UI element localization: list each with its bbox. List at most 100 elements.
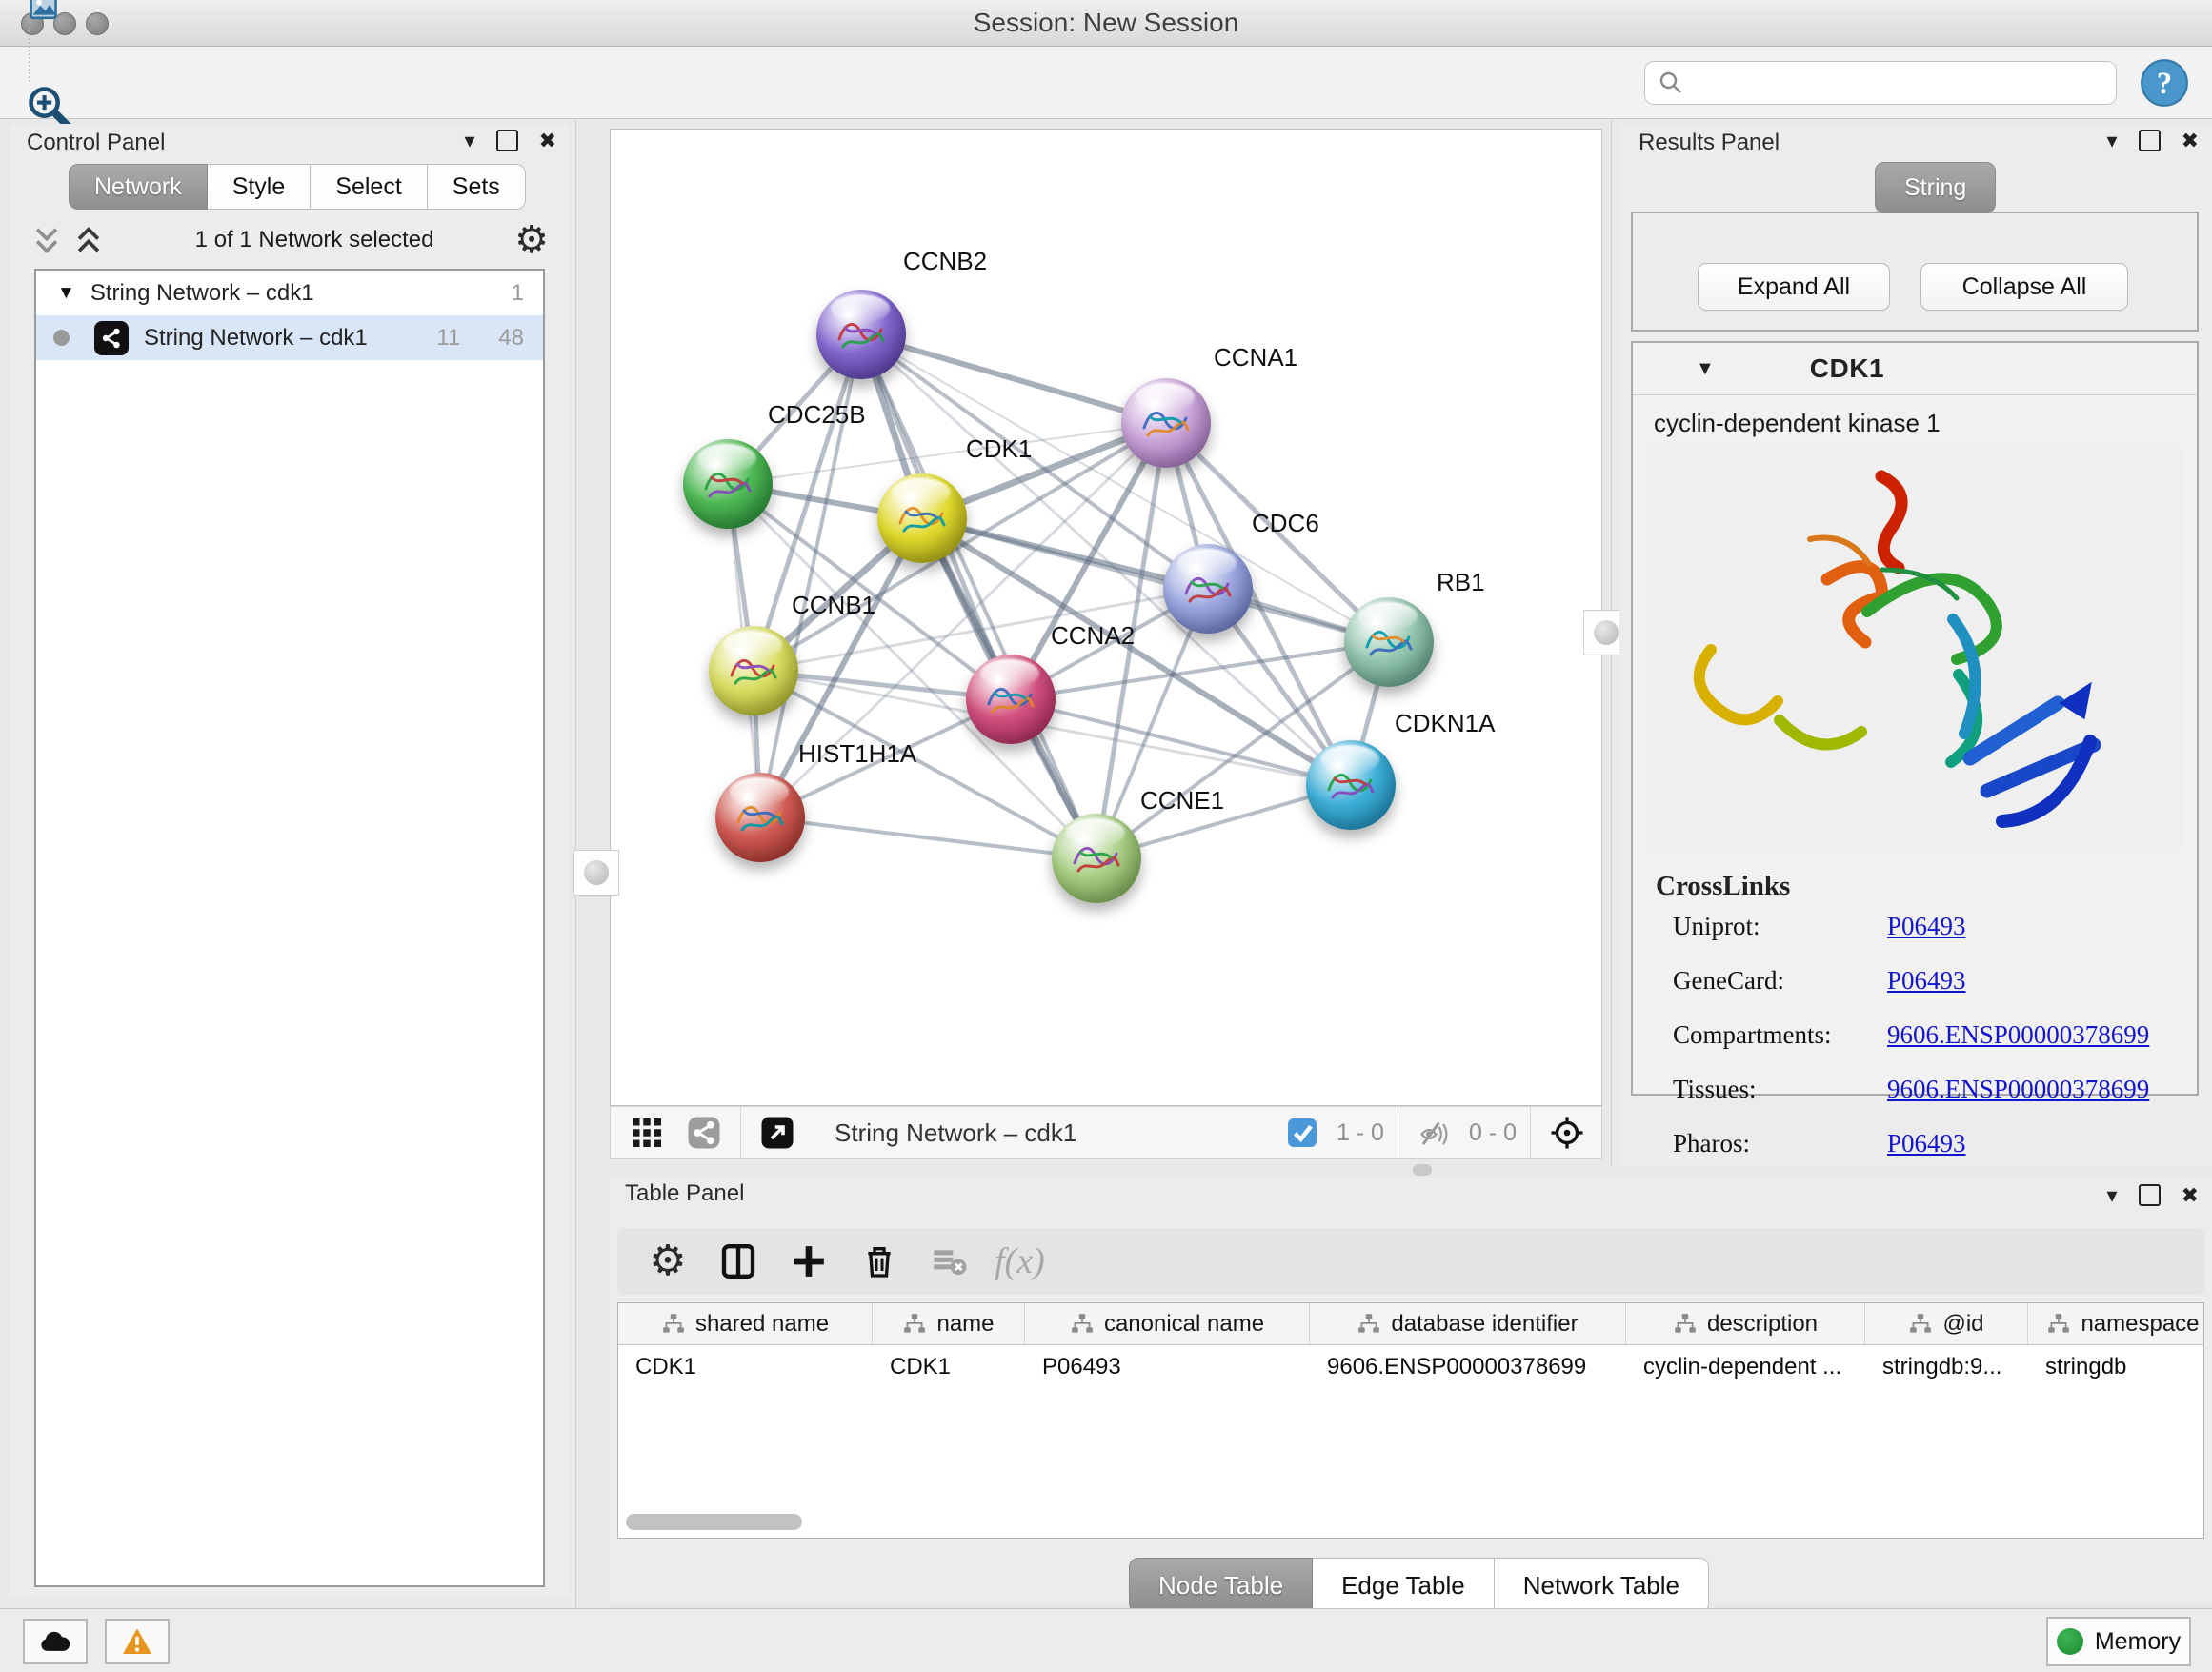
table-cell[interactable]: 9606.ENSP00000378699 xyxy=(1310,1354,1626,1380)
crosslinks-section: CrossLinks Uniprot: P06493GeneCard: P064… xyxy=(1633,852,2197,1158)
tab-node-table[interactable]: Node Table xyxy=(1129,1558,1313,1613)
node-rb1[interactable] xyxy=(1344,597,1434,687)
table-cell[interactable]: CDK1 xyxy=(618,1354,873,1380)
column-type-icon xyxy=(1673,1312,1698,1337)
panel-close-icon[interactable]: ✖ xyxy=(2182,1185,2199,1206)
memory-status-icon xyxy=(2057,1628,2083,1655)
tab-style[interactable]: Style xyxy=(208,164,312,210)
node-ccnb2[interactable] xyxy=(816,290,906,379)
tab-string[interactable]: String xyxy=(1875,162,1996,213)
protein-header[interactable]: ▼ CDK1 xyxy=(1633,343,2197,395)
cloud-button[interactable] xyxy=(23,1619,88,1664)
node-label-cdk1: CDK1 xyxy=(966,434,1032,464)
expand-all-icon[interactable] xyxy=(72,224,105,256)
table-cell[interactable]: stringdb:9... xyxy=(1865,1354,2028,1380)
network-view-toolbar: String Network – cdk1 1 - 0 0 - 0 xyxy=(610,1106,1602,1159)
panel-close-icon[interactable]: ✖ xyxy=(2182,131,2199,151)
panel-menu-icon[interactable]: ▾ xyxy=(2107,131,2118,151)
export-image-button[interactable] xyxy=(21,0,78,27)
column-header-description[interactable]: description xyxy=(1626,1303,1865,1344)
selected-checkbox-icon[interactable] xyxy=(1283,1114,1321,1152)
protein-ribbon-thumbnail xyxy=(724,647,781,698)
network-edges xyxy=(611,130,1601,1105)
table-cell[interactable]: CDK1 xyxy=(873,1354,1025,1380)
panel-float-icon[interactable] xyxy=(496,130,518,151)
node-ccnb1[interactable] xyxy=(709,626,798,715)
column-header-canonical-name[interactable]: canonical name xyxy=(1025,1303,1310,1344)
network-options-gear-icon[interactable]: ⚙ xyxy=(514,221,549,259)
memory-button[interactable]: Memory xyxy=(2046,1617,2191,1666)
horizontal-splitter-handle[interactable] xyxy=(1413,1164,1432,1176)
table-tabs: Node TableEdge TableNetwork Table xyxy=(1129,1558,1709,1613)
node-ccna2[interactable] xyxy=(966,655,1056,744)
node-label-cdc6: CDC6 xyxy=(1252,509,1319,538)
table-hscrollbar[interactable] xyxy=(626,1514,802,1530)
collapse-all-icon[interactable] xyxy=(30,224,63,256)
node-cdc6[interactable] xyxy=(1163,544,1253,634)
crosslink-link[interactable]: P06493 xyxy=(1887,912,1966,941)
delete-table-icon[interactable] xyxy=(927,1239,973,1284)
open-in-window-icon[interactable] xyxy=(758,1114,796,1152)
column-header-namespace[interactable]: namespace xyxy=(2028,1303,2204,1344)
network-edge[interactable] xyxy=(861,334,1166,423)
create-column-icon[interactable] xyxy=(786,1239,832,1284)
crosslink-link[interactable]: P06493 xyxy=(1887,1129,1966,1158)
tab-edge-table[interactable]: Edge Table xyxy=(1313,1558,1495,1613)
hidden-eye-icon[interactable] xyxy=(1416,1114,1454,1152)
crosslink-link[interactable]: P06493 xyxy=(1887,966,1966,996)
tab-select[interactable]: Select xyxy=(311,164,427,210)
node-label-ccna1: CCNA1 xyxy=(1214,343,1297,373)
protein-details-box: ▼ CDK1 cyclin-dependent kinase 1 xyxy=(1631,341,2199,1096)
expand-all-button[interactable]: Expand All xyxy=(1698,263,1890,311)
window-title: Session: New Session xyxy=(0,8,2212,38)
svg-text:?: ? xyxy=(2157,66,2172,100)
crosslink-link[interactable]: 9606.ENSP00000378699 xyxy=(1887,1020,2149,1050)
panel-float-icon[interactable] xyxy=(2139,130,2161,151)
node-ccna1[interactable] xyxy=(1121,378,1211,468)
panel-close-icon[interactable]: ✖ xyxy=(539,131,556,151)
network-selection-status: 1 of 1 Network selected xyxy=(114,227,514,253)
table-settings-gear-icon[interactable]: ⚙ xyxy=(645,1239,691,1284)
panel-float-icon[interactable] xyxy=(2139,1184,2161,1206)
column-header--id[interactable]: @id xyxy=(1865,1303,2028,1344)
node-table[interactable]: shared namenamecanonical namedatabase id… xyxy=(617,1302,2204,1539)
delete-column-icon[interactable] xyxy=(856,1239,902,1284)
table-cell[interactable]: cyclin-dependent ... xyxy=(1626,1354,1865,1380)
table-row[interactable]: CDK1CDK1P064939606.ENSP00000378699cyclin… xyxy=(618,1345,2203,1389)
tab-network-table[interactable]: Network Table xyxy=(1495,1558,1709,1613)
birdseye-grid-icon[interactable] xyxy=(628,1114,666,1152)
network-edge[interactable] xyxy=(760,817,1096,858)
string-share-icon[interactable] xyxy=(685,1114,723,1152)
node-cdkn1a[interactable] xyxy=(1306,740,1396,830)
left-splitter-handle[interactable] xyxy=(573,850,619,896)
crosslink-link[interactable]: 9606.ENSP00000378699 xyxy=(1887,1075,2149,1104)
node-ccne1[interactable] xyxy=(1052,814,1141,903)
tab-network[interactable]: Network xyxy=(69,164,208,210)
help-button[interactable]: ? xyxy=(2138,56,2191,110)
tab-sets[interactable]: Sets xyxy=(428,164,526,210)
network-edge[interactable] xyxy=(861,334,1096,858)
node-cdc25b[interactable] xyxy=(683,439,773,529)
table-cell[interactable]: stringdb xyxy=(2028,1354,2204,1380)
table-cell[interactable]: P06493 xyxy=(1025,1354,1310,1380)
node-cdk1[interactable] xyxy=(877,473,967,563)
column-header-shared-name[interactable]: shared name xyxy=(618,1303,873,1344)
node-hist1h1a[interactable] xyxy=(715,773,805,862)
search-field[interactable] xyxy=(1644,61,2117,105)
warning-button[interactable] xyxy=(105,1619,170,1664)
column-header-database-identifier[interactable]: database identifier xyxy=(1310,1303,1626,1344)
column-header-name[interactable]: name xyxy=(873,1303,1025,1344)
panel-menu-icon[interactable]: ▾ xyxy=(465,131,475,151)
network-canvas[interactable]: CCNB2 CCNA1 CDC25B CDK1 CDC6 RB1 xyxy=(610,129,1602,1106)
protein-collapse-icon[interactable]: ▼ xyxy=(1696,358,1715,380)
panel-menu-icon[interactable]: ▾ xyxy=(2107,1185,2118,1206)
collapse-all-button[interactable]: Collapse All xyxy=(1920,263,2128,311)
search-input[interactable] xyxy=(1693,69,2104,97)
center-view-crosshair-icon[interactable] xyxy=(1548,1114,1586,1152)
column-type-icon xyxy=(2046,1312,2071,1337)
function-builder-icon[interactable]: f(x) xyxy=(995,1240,1045,1282)
show-column-icon[interactable] xyxy=(715,1239,761,1284)
collection-expand-icon[interactable]: ▼ xyxy=(57,283,75,304)
network-row[interactable]: String Network – cdk1 11 48 xyxy=(36,315,543,360)
network-collection-row[interactable]: ▼ String Network – cdk1 1 xyxy=(36,271,543,315)
